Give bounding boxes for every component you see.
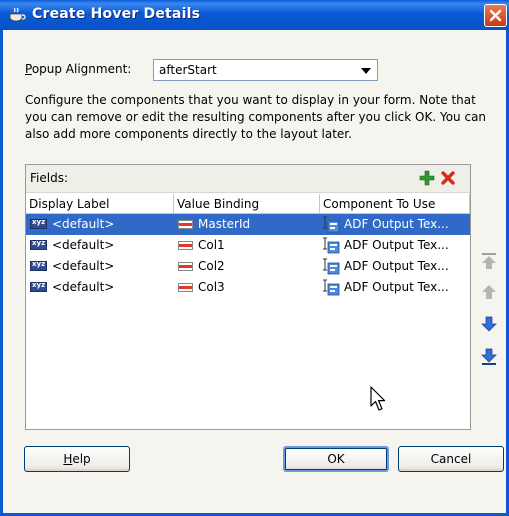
value-binding-cell[interactable]: Col3 [174, 277, 320, 298]
instructions-text: Configure the components that you want t… [25, 93, 487, 141]
value-binding-text: Col1 [198, 238, 225, 252]
help-button[interactable]: Help [24, 446, 130, 472]
output-text-component-icon [323, 216, 340, 233]
column-header-display-label[interactable]: Display Label [26, 194, 174, 214]
chevron-down-icon [361, 68, 371, 74]
title-bar: Create Hover Details [0, 0, 509, 30]
column-header-component[interactable]: Component To Use [320, 194, 470, 214]
close-button[interactable] [484, 4, 507, 27]
display-label-cell[interactable]: xyz <default> [26, 256, 174, 277]
display-label-cell[interactable]: xyz <default> [26, 235, 174, 256]
component-text: ADF Output Tex... [344, 280, 449, 294]
window-title: Create Hover Details [32, 6, 201, 22]
value-binding-cell[interactable]: Col2 [174, 256, 320, 277]
cancel-button[interactable]: Cancel [398, 446, 504, 472]
coffee-cup-icon [9, 7, 26, 22]
add-icon[interactable] [418, 169, 436, 187]
text-field-icon: xyz [30, 239, 47, 250]
delete-icon[interactable] [440, 170, 456, 186]
text-field-icon: xyz [30, 260, 47, 271]
text-field-icon: xyz [30, 281, 47, 292]
text-field-icon: xyz [30, 218, 47, 229]
ok-button[interactable]: OK [283, 446, 389, 472]
popup-alignment-select[interactable]: afterStart [153, 59, 378, 81]
value-binding-cell[interactable]: Col1 [174, 235, 320, 256]
output-text-component-icon [323, 237, 340, 254]
attribute-binding-icon [178, 220, 193, 229]
move-up-icon[interactable] [481, 284, 497, 300]
table-row[interactable]: xyz <default> Col3 ADF Output Tex... [26, 277, 470, 298]
table-row[interactable]: xyz <default> Col1 ADF Output Tex... [26, 235, 470, 256]
component-text: ADF Output Tex... [344, 259, 449, 273]
mouse-cursor-icon [370, 386, 386, 411]
attribute-binding-icon [178, 241, 193, 250]
move-to-top-icon[interactable] [481, 252, 497, 270]
display-label-text: <default> [52, 238, 115, 252]
table-row[interactable]: xyz <default> Col2 ADF Output Tex... [26, 256, 470, 277]
output-text-component-icon [323, 258, 340, 275]
display-label-cell[interactable]: xyz <default> [26, 214, 174, 235]
attribute-binding-icon [178, 262, 193, 271]
component-cell[interactable]: ADF Output Tex... [320, 214, 470, 235]
table-row[interactable]: xyz <default> MasterId ADF Output Tex... [26, 214, 470, 235]
attribute-binding-icon [178, 283, 193, 292]
fields-label: Fields: [30, 171, 68, 185]
move-down-icon[interactable] [481, 316, 497, 332]
close-icon [489, 9, 502, 22]
display-label-cell[interactable]: xyz <default> [26, 277, 174, 298]
popup-alignment-value: afterStart [159, 63, 217, 77]
fields-table: Fields: Display Label Value Binding Comp… [25, 164, 471, 430]
value-binding-text: MasterId [198, 217, 251, 231]
display-label-text: <default> [52, 217, 115, 231]
component-cell[interactable]: ADF Output Tex... [320, 256, 470, 277]
component-cell[interactable]: ADF Output Tex... [320, 235, 470, 256]
display-label-text: <default> [52, 280, 115, 294]
component-text: ADF Output Tex... [344, 238, 449, 252]
popup-alignment-label: Popup Alignment: [25, 62, 132, 76]
move-to-bottom-icon[interactable] [481, 348, 497, 366]
column-header-value-binding[interactable]: Value Binding [174, 194, 320, 214]
value-binding-text: Col2 [198, 259, 225, 273]
value-binding-text: Col3 [198, 280, 225, 294]
fields-toolbar: Fields: [26, 165, 470, 193]
output-text-component-icon [323, 279, 340, 296]
display-label-text: <default> [52, 259, 115, 273]
component-cell[interactable]: ADF Output Tex... [320, 277, 470, 298]
component-text: ADF Output Tex... [344, 217, 449, 231]
value-binding-cell[interactable]: MasterId [174, 214, 320, 235]
